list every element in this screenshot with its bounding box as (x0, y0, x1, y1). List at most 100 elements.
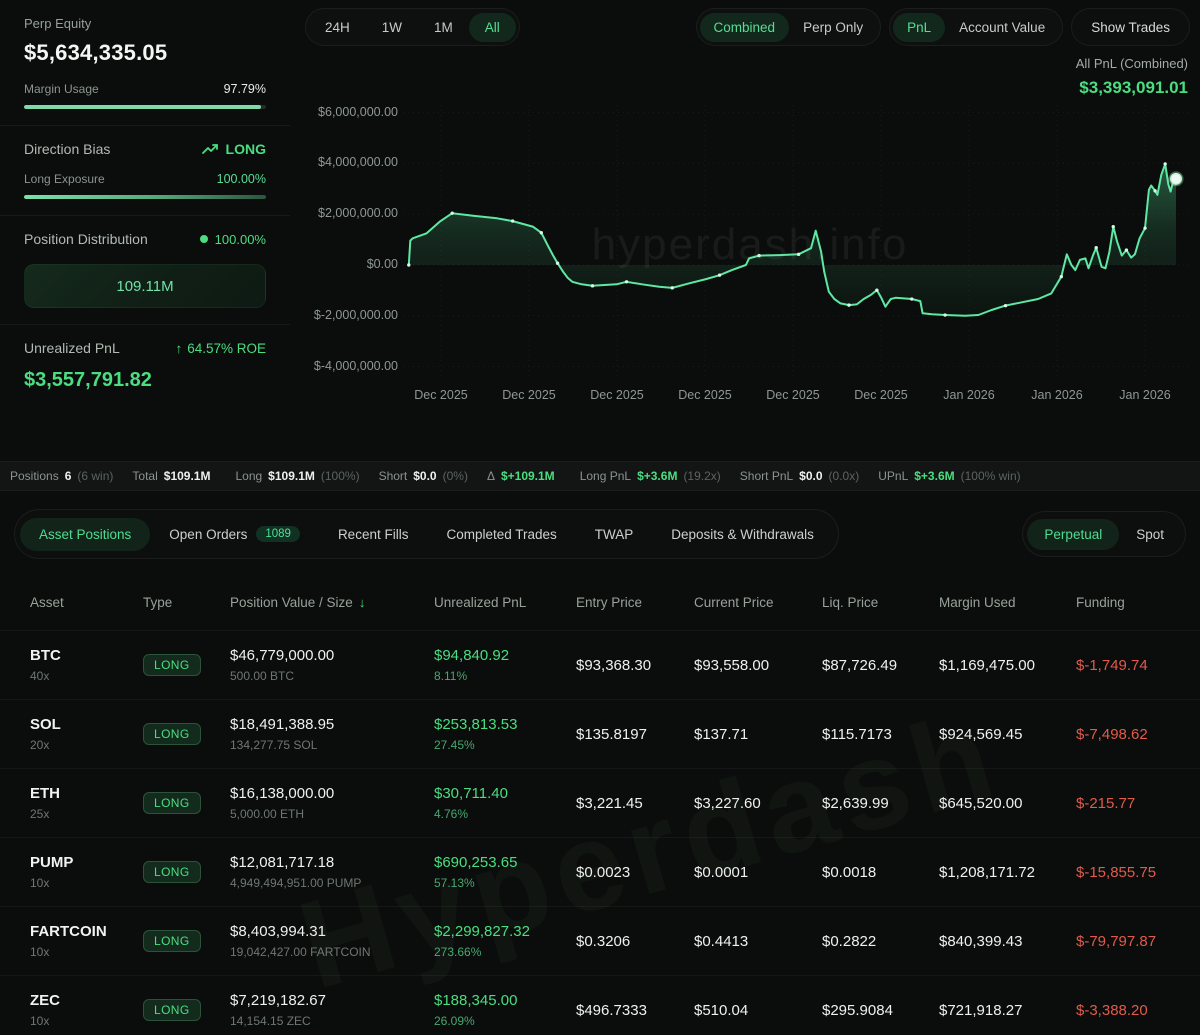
funding-value: $-79,797.87 (1076, 933, 1200, 950)
position-size: 134,277.75 SOL (230, 738, 434, 752)
y-axis-tick: $-2,000,000.00 (300, 308, 398, 322)
position-value: $8,403,994.31 (230, 923, 434, 940)
trending-up-icon (202, 143, 219, 155)
column-header-asset[interactable]: Asset (30, 595, 143, 610)
table-row[interactable]: FARTCOIN 10x LONG $8,403,994.31 19,042,4… (0, 906, 1200, 975)
table-row[interactable]: BTC 40x LONG $46,779,000.00 500.00 BTC $… (0, 630, 1200, 699)
column-header-current-price[interactable]: Current Price (694, 595, 822, 610)
unrealized-pnl-pct: 273.66% (434, 945, 576, 959)
position-value: $12,081,717.18 (230, 854, 434, 871)
margin-usage-bar (24, 105, 266, 109)
column-header-funding[interactable]: Funding (1076, 595, 1200, 610)
position-value: $18,491,388.95 (230, 716, 434, 733)
unrealized-pnl-pct: 27.45% (434, 738, 576, 752)
positions-summary-bar: Positions 6 (6 win) Total $109.1M Long $… (0, 461, 1200, 491)
y-axis-tick: $2,000,000.00 (300, 206, 398, 220)
y-axis-tick: $6,000,000.00 (300, 105, 398, 119)
position-size: 19,042,427.00 FARTCOIN (230, 945, 434, 959)
tab-label: Deposits & Withdrawals (671, 527, 814, 542)
account-value-button[interactable]: Account Value (945, 13, 1059, 42)
stat-sub: (19.2x) (683, 469, 720, 483)
summary-stat: Δ $+109.1M (487, 469, 561, 483)
range-24h-button[interactable]: 24H (309, 13, 366, 42)
position-value: $7,219,182.67 (230, 992, 434, 1009)
liq-price: $295.9084 (822, 1002, 939, 1019)
long-exposure-bar (24, 195, 266, 199)
table-row[interactable]: SOL 20x LONG $18,491,388.95 134,277.75 S… (0, 699, 1200, 768)
table-row[interactable]: ZEC 10x LONG $7,219,182.67 14,154.15 ZEC… (0, 975, 1200, 1035)
range-1w-button[interactable]: 1W (366, 13, 418, 42)
tab-asset-positions[interactable]: Asset Positions (20, 518, 150, 551)
position-type-badge: LONG (143, 930, 201, 952)
asset-leverage: 25x (30, 807, 143, 821)
y-axis-tick: $0.00 (300, 257, 398, 271)
hyperdash-dashboard: Perp Equity $5,634,335.05 Margin Usage 9… (0, 0, 1200, 1035)
tab-recent-fills[interactable]: Recent Fills (319, 518, 428, 551)
stat-value: $109.1M (268, 469, 315, 483)
combine-toggle-group: Combined Perp Only (696, 8, 882, 46)
sidebar-divider (0, 215, 290, 216)
stat-label: UPnL (878, 469, 908, 483)
stat-value: $0.0 (799, 469, 822, 483)
unrealized-pnl-pct: 26.09% (434, 1014, 576, 1028)
asset-symbol: SOL (30, 716, 143, 733)
funding-value: $-1,749.74 (1076, 657, 1200, 674)
liq-price: $0.0018 (822, 864, 939, 881)
position-type-badge: LONG (143, 999, 201, 1021)
column-header-margin-used[interactable]: Margin Used (939, 595, 1076, 610)
unrealized-pnl-value: $2,299,827.32 (434, 923, 576, 940)
sidebar-divider (0, 324, 290, 325)
positions-table: Asset Type Position Value / Size↓ Unreal… (0, 575, 1200, 1035)
tab-open-orders[interactable]: Open Orders1089 (150, 517, 319, 551)
y-axis-tick: $4,000,000.00 (300, 155, 398, 169)
stat-label: Long PnL (580, 469, 631, 483)
column-header-type[interactable]: Type (143, 595, 230, 610)
current-price: $0.4413 (694, 933, 822, 950)
tab-completed-trades[interactable]: Completed Trades (427, 518, 575, 551)
table-row[interactable]: PUMP 10x LONG $12,081,717.18 4,949,494,9… (0, 837, 1200, 906)
column-label: Position Value / Size (230, 595, 353, 610)
pnl-metric-button[interactable]: PnL (893, 13, 945, 42)
summary-stat: UPnL $+3.6M (100% win) (878, 469, 1020, 483)
column-header-position-value[interactable]: Position Value / Size↓ (230, 595, 434, 610)
column-header-unrealized-pnl[interactable]: Unrealized PnL (434, 595, 576, 610)
stat-sub: (6 win) (77, 469, 113, 483)
range-all-button[interactable]: All (469, 13, 516, 42)
perpetual-toggle-button[interactable]: Perpetual (1027, 519, 1119, 550)
asset-leverage: 20x (30, 738, 143, 752)
margin-used: $1,169,475.00 (939, 657, 1076, 674)
column-header-entry-price[interactable]: Entry Price (576, 595, 694, 610)
time-range-group: 24H 1W 1M All (305, 8, 520, 46)
summary-stat: Total $109.1M (132, 469, 216, 483)
summary-stat: Short $0.0 (0%) (379, 469, 468, 483)
tab-deposits-withdrawals[interactable]: Deposits & Withdrawals (652, 518, 833, 551)
chart-title: All PnL (Combined) (1076, 56, 1188, 71)
perp-only-button[interactable]: Perp Only (789, 13, 877, 42)
position-value: $16,138,000.00 (230, 785, 434, 802)
long-exposure-value: 100.00% (217, 172, 266, 186)
tab-twap[interactable]: TWAP (576, 518, 653, 551)
account-summary-sidebar: Perp Equity $5,634,335.05 Margin Usage 9… (0, 0, 290, 460)
show-trades-button[interactable]: Show Trades (1071, 8, 1190, 46)
margin-used: $645,520.00 (939, 795, 1076, 812)
entry-price: $0.0023 (576, 864, 694, 881)
funding-value: $-7,498.62 (1076, 726, 1200, 743)
y-axis-tick: $-4,000,000.00 (300, 359, 398, 373)
funding-value: $-3,388.20 (1076, 1002, 1200, 1019)
content-tabs: Asset Positions Open Orders1089 Recent F… (14, 509, 839, 559)
stat-sub: (100%) (321, 469, 360, 483)
tab-label: TWAP (595, 527, 634, 542)
range-1m-button[interactable]: 1M (418, 13, 469, 42)
asset-symbol: FARTCOIN (30, 923, 143, 940)
unrealized-pnl-label: Unrealized PnL (24, 340, 120, 356)
table-row[interactable]: ETH 25x LONG $16,138,000.00 5,000.00 ETH… (0, 768, 1200, 837)
column-header-liq-price[interactable]: Liq. Price (822, 595, 939, 610)
current-price: $137.71 (694, 726, 822, 743)
stat-label: Short PnL (740, 469, 793, 483)
spot-toggle-button[interactable]: Spot (1119, 519, 1181, 550)
position-distribution-value: 100.00% (215, 232, 266, 247)
roe-value: 64.57% ROE (187, 341, 266, 356)
direction-bias-value: LONG (226, 141, 266, 157)
combined-button[interactable]: Combined (700, 13, 790, 42)
position-size: 500.00 BTC (230, 669, 434, 683)
